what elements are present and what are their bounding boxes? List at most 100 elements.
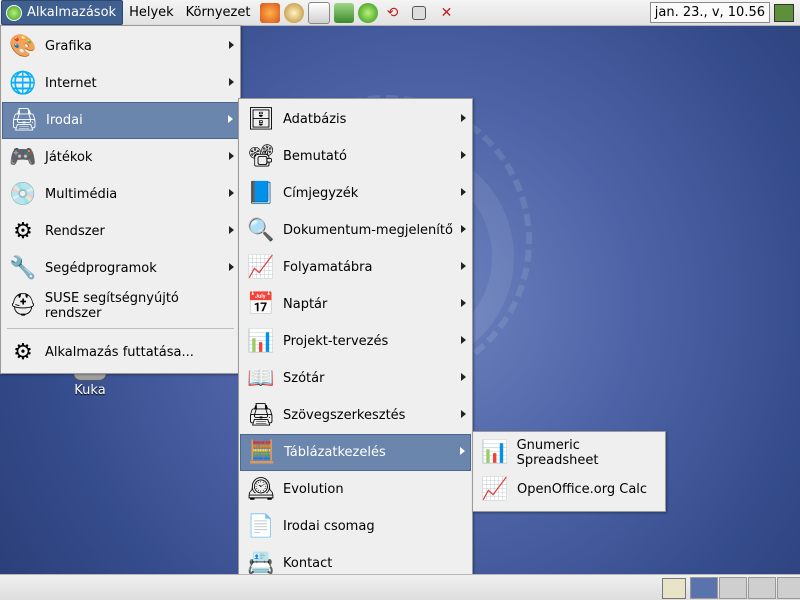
menu-item-label: Multimédia [45,187,118,202]
show-desktop-applet-icon[interactable] [412,5,427,20]
menu-item-calendar[interactable]: 📅 Naptár [240,287,471,322]
menu-item-presentation[interactable]: 📽 Bemutató [240,139,471,174]
submenu-arrow-icon [229,78,234,86]
games-icon: 🎮 [9,145,37,170]
menu-item-graphics[interactable]: 🎨 Grafika [2,29,239,64]
menu-item-label: Bemutató [283,149,347,164]
oocalc-icon: 📈 [481,477,509,502]
utilities-icon: 🔧 [9,256,37,281]
submenu-arrow-icon [229,189,234,197]
database-icon: 🗄 [247,107,275,132]
document-launcher-icon[interactable] [308,1,331,24]
applications-menu: 🎨 Grafika 🌐 Internet 🖨 Irodai 🎮 Játékok … [0,25,241,374]
menu-item-label: Internet [45,76,97,91]
menu-item-utilities[interactable]: 🔧 Segédprogramok [2,251,239,286]
clock[interactable]: jan. 23., v, 10.56 [649,2,770,23]
show-desktop-button[interactable] [662,578,686,599]
submenu-arrow-icon [461,336,466,344]
menu-item-office[interactable]: 🖨 Irodai [2,102,239,139]
firefox-launcher-icon[interactable] [260,2,281,23]
menu-item-gnumeric[interactable]: 📊 Gnumeric Spreadsheet [474,435,664,470]
applications-menu-button[interactable]: Alkalmazások [1,0,124,25]
menu-item-dictionary[interactable]: 📖 Szótár [240,361,471,396]
submenu-arrow-icon [461,262,466,270]
menu-item-project-planning[interactable]: 📊 Projekt-tervezés [240,324,471,359]
workspace-4[interactable] [777,577,800,599]
submenu-arrow-icon [461,225,466,233]
menu-item-system[interactable]: ⚙ Rendszer [2,214,239,249]
menu-item-label: Játékok [45,150,93,165]
menu-item-games[interactable]: 🎮 Játékok [2,140,239,175]
run-icon: ⚙ [13,340,33,365]
submenu-arrow-icon [229,226,234,234]
help-launcher-icon[interactable]: ⟲ [382,3,402,23]
workspace-3[interactable] [748,577,776,599]
internet-icon: 🌐 [9,71,37,96]
menu-item-document-viewer[interactable]: 🔍 Dokumentum-megjelenítő [240,213,471,248]
terminal-launcher-icon[interactable] [334,2,355,23]
menu-item-label: Alkalmazás futtatása... [45,345,194,360]
trash-label: Kuka [74,383,106,398]
menu-item-word-processing[interactable]: 🖨 Szövegszerkesztés [240,398,471,433]
system-icon: ⚙ [13,219,33,244]
menu-item-label: SUSE segítségnyújtó rendszer [44,290,179,321]
flowchart-icon: 📈 [247,255,275,280]
menu-item-label: Szótár [283,371,325,386]
desktop-menu-button[interactable]: Környezet [180,1,257,24]
menu-item-spreadsheet[interactable]: 🧮 Táblázatkezelés [240,434,471,471]
menu-item-label: Szövegszerkesztés [283,408,406,423]
document-viewer-icon: 🔍 [247,218,275,243]
menu-item-label: Kontact [283,556,333,571]
menu-item-label: Rendszer [45,224,105,239]
evolution-launcher-icon[interactable] [284,2,305,23]
menu-item-label: Gnumeric Spreadsheet [516,437,599,468]
menu-item-evolution[interactable]: 🕰 Evolution [240,472,471,507]
menu-item-label: Evolution [283,482,344,497]
office-suite-icon: 📄 [247,514,275,539]
applications-menu-label: Alkalmazások [27,5,117,20]
menu-item-suse-help[interactable]: ⛑ SUSE segítségnyújtó rendszer [2,288,239,323]
menu-item-label: Naptár [283,297,328,312]
workspace-2[interactable] [719,577,747,599]
graphics-icon: 🎨 [9,34,37,59]
menu-item-openoffice-calc[interactable]: 📈 OpenOffice.org Calc [474,472,664,507]
menu-item-label: Címjegyzék [283,186,359,201]
menu-item-flowchart[interactable]: 📈 Folyamatábra [240,250,471,285]
menu-item-label: OpenOffice.org Calc [517,482,648,497]
menu-item-office-suite[interactable]: 📄 Irodai csomag [240,509,471,544]
menu-item-label: Táblázatkezelés [284,445,386,460]
menu-item-label: Irodai [46,113,83,128]
workspace-switcher [690,577,800,599]
menu-item-label: Irodai csomag [283,519,375,534]
submenu-arrow-icon [461,410,466,418]
submenu-arrow-icon [461,299,466,307]
menu-item-multimedia[interactable]: 💿 Multimédia [2,177,239,212]
workspace-1[interactable] [690,577,718,599]
menu-item-label: Grafika [45,39,92,54]
places-menu-button[interactable]: Helyek [123,1,180,24]
menu-item-label: Dokumentum-megjelenítő [283,223,453,238]
office-icon: 🖨 [10,108,38,133]
menu-item-internet[interactable]: 🌐 Internet [2,66,239,101]
submenu-arrow-icon [229,152,234,160]
suse-help-icon: ⛑ [8,293,37,318]
submenu-arrow-icon [461,114,466,122]
submenu-arrow-icon [229,41,234,49]
office-submenu: 🗄 Adatbázis 📽 Bemutató 📘 Címjegyzék 🔍 Do… [238,98,473,585]
menu-item-run-application[interactable]: ⚙ Alkalmazás futtatása... [2,335,239,370]
calendar-icon: 📅 [247,292,275,317]
multimedia-icon: 💿 [9,182,37,207]
menu-item-database[interactable]: 🗄 Adatbázis [240,102,471,137]
menu-item-label: Segédprogramok [45,261,157,276]
spreadsheet-submenu: 📊 Gnumeric Spreadsheet 📈 OpenOffice.org … [472,431,666,512]
evolution-icon: 🕰 [247,477,275,502]
close-icon[interactable]: ✕ [436,3,456,23]
submenu-arrow-icon [229,263,234,271]
notification-icon[interactable] [774,4,794,22]
green-ball-launcher-icon[interactable] [358,2,379,23]
top-panel: Alkalmazások Helyek Környezet ⟲ ✕ jan. 2… [0,0,800,26]
bottom-panel [0,574,800,600]
menu-item-label: Adatbázis [283,112,347,127]
word-processor-icon: 🖨 [247,403,275,428]
menu-item-address-book[interactable]: 📘 Címjegyzék [240,176,471,211]
